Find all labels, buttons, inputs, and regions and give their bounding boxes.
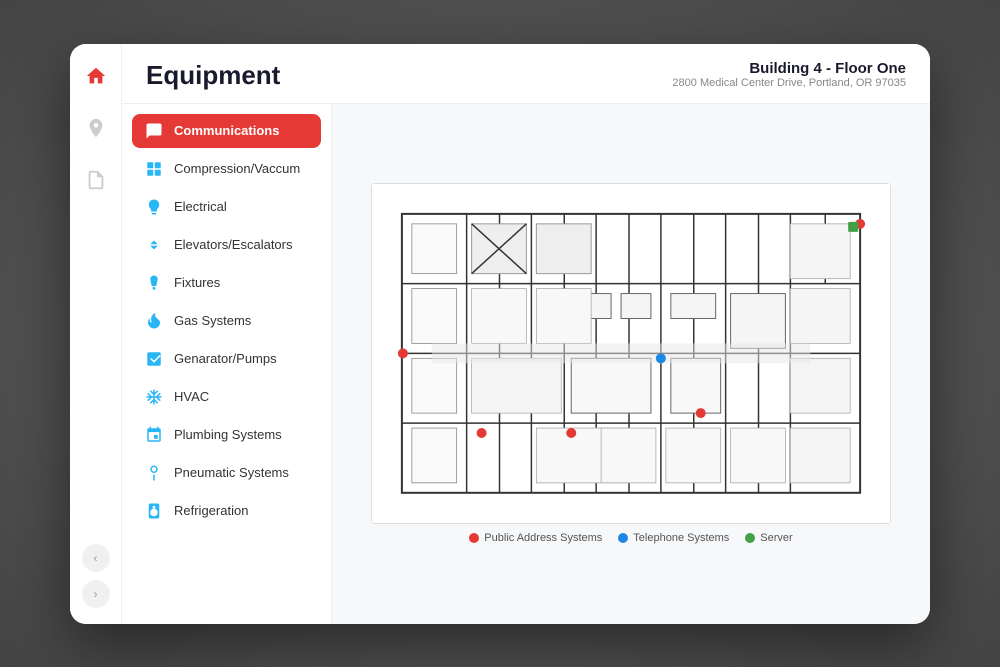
building-info: Building 4 - Floor One 2800 Medical Cent…	[672, 60, 906, 89]
legend-label-public: Public Address Systems	[484, 532, 602, 544]
category-label-communications: Communications	[174, 123, 279, 138]
category-item-hvac[interactable]: HVAC	[132, 380, 321, 414]
elevator-icon	[144, 236, 164, 254]
category-label-hvac: HVAC	[174, 389, 209, 404]
category-item-elevators[interactable]: Elevators/Escalators	[132, 228, 321, 262]
category-item-electrical[interactable]: Electrical	[132, 190, 321, 224]
legend-label-telephone: Telephone Systems	[633, 532, 729, 544]
category-label-fixtures: Fixtures	[174, 275, 220, 290]
dot-server-1	[848, 222, 858, 232]
category-label-elevators: Elevators/Escalators	[174, 237, 293, 252]
electrical-icon	[144, 198, 164, 216]
comm-icon	[144, 122, 164, 140]
nav-location-icon[interactable]	[80, 112, 112, 144]
nav-bottom: ‹ ›	[82, 544, 110, 608]
category-list: Communications Compression/Vaccum Electr…	[122, 104, 332, 624]
nav-prev-button[interactable]: ‹	[82, 544, 110, 572]
refrigeration-icon	[144, 502, 164, 520]
building-address: 2800 Medical Center Drive, Portland, OR …	[672, 77, 906, 89]
category-label-electrical: Electrical	[174, 199, 227, 214]
dot-telephone-1	[656, 354, 666, 364]
app-container: ‹ › Equipment Building 4 - Floor One 280…	[70, 44, 930, 624]
category-item-refrigeration[interactable]: Refrigeration	[132, 494, 321, 528]
plumbing-icon	[144, 426, 164, 444]
pneumatic-icon	[144, 464, 164, 482]
nav-home-icon[interactable]	[80, 60, 112, 92]
page-title: Equipment	[146, 60, 280, 91]
legend-dot-server	[745, 533, 755, 543]
category-item-fixtures[interactable]: Fixtures	[132, 266, 321, 300]
content-area: Communications Compression/Vaccum Electr…	[122, 104, 930, 624]
generator-icon	[144, 350, 164, 368]
legend-item-telephone: Telephone Systems	[618, 532, 729, 544]
category-label-plumbing: Plumbing Systems	[174, 427, 282, 442]
category-item-pneumatic[interactable]: Pneumatic Systems	[132, 456, 321, 490]
category-item-communications[interactable]: Communications	[132, 114, 321, 148]
legend-dot-telephone	[618, 533, 628, 543]
category-label-gas: Gas Systems	[174, 313, 251, 328]
hvac-icon	[144, 388, 164, 406]
main-content: Equipment Building 4 - Floor One 2800 Me…	[122, 44, 930, 624]
legend-label-server: Server	[760, 532, 792, 544]
dot-public-4	[696, 408, 706, 418]
nav-document-icon[interactable]	[80, 164, 112, 196]
floor-plan-svg	[372, 184, 890, 523]
header: Equipment Building 4 - Floor One 2800 Me…	[122, 44, 930, 104]
category-item-gas[interactable]: Gas Systems	[132, 304, 321, 338]
legend-item-public-address: Public Address Systems	[469, 532, 602, 544]
category-item-plumbing[interactable]: Plumbing Systems	[132, 418, 321, 452]
category-label-compression: Compression/Vaccum	[174, 161, 300, 176]
category-label-pneumatic: Pneumatic Systems	[174, 465, 289, 480]
category-label-refrigeration: Refrigeration	[174, 503, 248, 518]
gas-icon	[144, 312, 164, 330]
category-item-compression[interactable]: Compression/Vaccum	[132, 152, 321, 186]
legend: Public Address Systems Telephone Systems…	[469, 532, 792, 544]
legend-dot-public	[469, 533, 479, 543]
floor-plan	[371, 183, 891, 524]
nav-next-button[interactable]: ›	[82, 580, 110, 608]
dot-public-1	[398, 349, 408, 359]
legend-item-server: Server	[745, 532, 792, 544]
category-item-generator[interactable]: Genarator/Pumps	[132, 342, 321, 376]
building-name: Building 4 - Floor One	[672, 60, 906, 77]
map-area: Public Address Systems Telephone Systems…	[332, 104, 930, 624]
nav-sidebar: ‹ ›	[70, 44, 122, 624]
dot-public-3	[566, 428, 576, 438]
fixture-icon	[144, 274, 164, 292]
category-label-generator: Genarator/Pumps	[174, 351, 277, 366]
compress-icon	[144, 160, 164, 178]
dot-public-5	[477, 428, 487, 438]
